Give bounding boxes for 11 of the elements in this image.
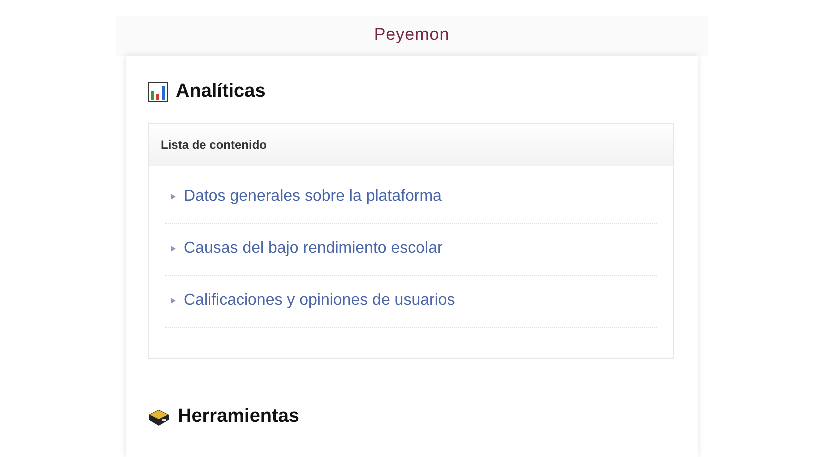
- bullet-icon: [171, 246, 176, 252]
- site-title-link[interactable]: Peyemon: [374, 22, 450, 48]
- bullet-icon: [171, 194, 176, 200]
- bullet-icon: [171, 298, 176, 304]
- contents-title: Lista de contenido: [161, 136, 268, 154]
- contents-link[interactable]: Datos generales sobre la plataforma: [184, 185, 442, 209]
- bar-chart-icon: [148, 82, 168, 102]
- contents-link[interactable]: Calificaciones y opiniones de usuarios: [184, 289, 456, 313]
- section-heading: Herramientas: [178, 404, 300, 428]
- contents-link[interactable]: Causas del bajo rendimiento escolar: [184, 237, 443, 261]
- section-heading: Analíticas: [176, 80, 266, 104]
